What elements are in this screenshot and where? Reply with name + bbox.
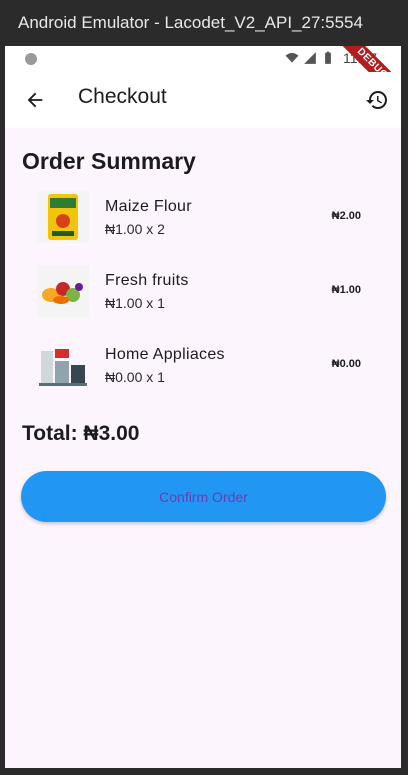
fresh-fruits-image	[37, 265, 89, 317]
status-bar: 11:37 DEBUG	[5, 46, 401, 109]
window-bottom-edge	[0, 768, 408, 775]
order-list: Maize Flour ₦1.00 x 2 ₦2.00 Fresh fruits	[5, 184, 401, 406]
window-title: Android Emulator - Lacodet_V2_API_27:555…	[0, 0, 408, 46]
item-name: Fresh fruits	[105, 272, 189, 289]
item-quantity: ₦1.00 x 2	[105, 221, 165, 237]
notification-dot-icon	[25, 53, 37, 65]
arrow-back-icon	[27, 92, 43, 108]
item-quantity: ₦0.00 x 1	[105, 369, 165, 385]
item-price: ₦1.00	[331, 284, 361, 296]
battery-icon	[325, 51, 331, 64]
emulator-window: Android Emulator - Lacodet_V2_API_27:555…	[0, 0, 408, 775]
order-item-fresh-fruits: Fresh fruits ₦1.00 x 1 ₦1.00	[5, 258, 401, 332]
signal-icon	[304, 52, 316, 64]
phone-screen: 11:37 DEBUG Checkout Order Summary	[5, 46, 401, 768]
order-total: Total: ₦3.00	[22, 422, 140, 445]
item-quantity: ₦1.00 x 1	[105, 295, 165, 311]
order-item-home-appliances: Home Appliaces ₦0.00 x 1 ₦0.00	[5, 332, 401, 406]
app-bar: Checkout	[5, 72, 401, 128]
item-price: ₦2.00	[331, 210, 361, 222]
checkout-content: Order Summary Maize Flour ₦1.00 x 2 ₦2.0…	[5, 128, 401, 768]
order-summary-title: Order Summary	[22, 148, 196, 174]
history-button[interactable]	[363, 86, 391, 114]
confirm-order-button[interactable]: Confirm Order	[21, 471, 386, 522]
maize-flour-image	[37, 191, 89, 243]
item-name: Maize Flour	[105, 198, 192, 215]
history-icon	[366, 91, 387, 110]
page-title: Checkout	[78, 85, 167, 108]
wifi-icon	[285, 53, 299, 63]
back-button[interactable]	[21, 86, 49, 114]
item-name: Home Appliaces	[105, 346, 225, 363]
home-appliances-image	[37, 339, 89, 391]
order-item-maize-flour: Maize Flour ₦1.00 x 2 ₦2.00	[5, 184, 401, 258]
item-price: ₦0.00	[331, 358, 361, 370]
